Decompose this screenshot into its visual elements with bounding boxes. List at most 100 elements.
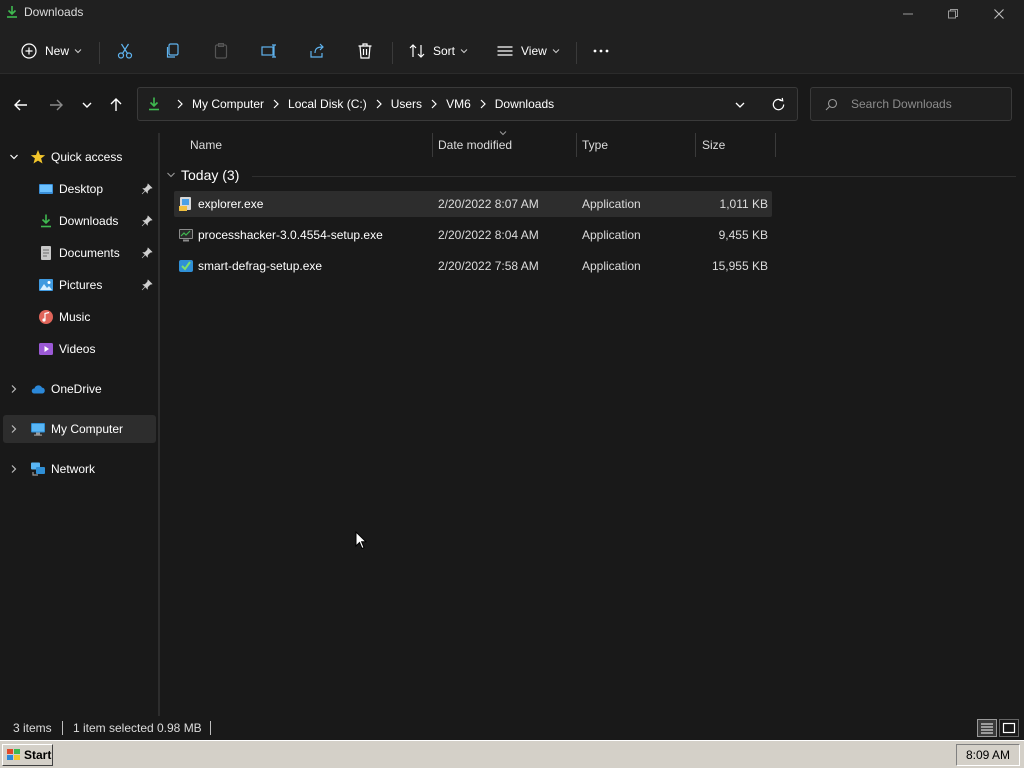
back-button[interactable] <box>11 95 31 115</box>
column-header-size[interactable]: Size <box>696 133 775 157</box>
rename-button[interactable] <box>260 36 280 66</box>
file-size: 9,455 KB <box>718 228 768 242</box>
sidebar-item-videos[interactable]: Videos <box>3 335 156 363</box>
column-divider[interactable] <box>775 133 776 157</box>
close-icon <box>994 9 1004 19</box>
pin-icon[interactable] <box>141 279 153 291</box>
file-date: 2/20/2022 7:58 AM <box>438 259 539 273</box>
column-header-name[interactable]: Name <box>174 133 432 157</box>
chevron-down-icon <box>460 49 468 54</box>
downloads-folder-icon <box>7 6 17 18</box>
new-icon <box>21 43 37 59</box>
refresh-icon[interactable] <box>771 97 786 112</box>
file-list: Name Date modified Type Size Today (3) e… <box>160 131 1024 716</box>
breadcrumb: My Computer Local Disk (C:) Users VM6 Do… <box>168 97 554 111</box>
paste-button[interactable] <box>212 36 232 66</box>
copy-button[interactable] <box>164 36 184 66</box>
breadcrumb-users[interactable]: Users <box>391 97 422 111</box>
file-size: 15,955 KB <box>711 259 768 273</box>
pin-icon[interactable] <box>141 183 153 195</box>
computer-icon <box>31 423 45 436</box>
cloud-icon <box>31 385 45 394</box>
file-row-explorer[interactable]: explorer.exe 2/20/2022 8:07 AM Applicati… <box>174 191 772 217</box>
up-button[interactable] <box>106 95 126 115</box>
new-button[interactable]: New <box>14 36 90 66</box>
forward-button[interactable] <box>46 95 66 115</box>
group-header-today[interactable]: Today (3) <box>166 167 239 183</box>
column-header-date-modified[interactable]: Date modified <box>433 133 576 157</box>
start-button[interactable]: Start <box>2 744 53 766</box>
tiles-view-button[interactable] <box>999 719 1019 737</box>
share-button[interactable] <box>308 36 328 66</box>
search-input[interactable] <box>851 96 1001 112</box>
restore-button[interactable] <box>930 0 976 28</box>
sidebar-item-label: Downloads <box>59 214 119 228</box>
sidebar-item-desktop[interactable]: Desktop <box>3 175 156 203</box>
chevron-right-icon[interactable] <box>375 99 383 109</box>
breadcrumb-local-disk[interactable]: Local Disk (C:) <box>288 97 367 111</box>
sidebar-item-onedrive[interactable]: OneDrive <box>3 375 156 403</box>
star-icon <box>30 150 46 164</box>
breadcrumb-downloads[interactable]: Downloads <box>495 97 554 111</box>
toolbar-divider <box>576 42 577 64</box>
processhacker-app-icon <box>179 229 193 242</box>
tiles-view-icon <box>1002 722 1016 734</box>
chevron-right-icon[interactable] <box>479 99 487 109</box>
chevron-right-icon[interactable] <box>9 464 19 474</box>
sidebar-item-my-computer[interactable]: My Computer <box>3 415 156 443</box>
chevron-down-icon[interactable] <box>9 152 19 162</box>
file-date: 2/20/2022 8:04 AM <box>438 228 539 242</box>
view-button[interactable]: View <box>496 36 562 66</box>
recent-locations-button[interactable] <box>77 95 97 115</box>
column-header-type[interactable]: Type <box>577 133 695 157</box>
delete-button[interactable] <box>356 36 376 66</box>
file-type: Application <box>582 228 641 242</box>
toolbar-divider <box>99 42 100 64</box>
pin-icon[interactable] <box>141 215 153 227</box>
arrow-left-icon <box>14 99 27 111</box>
sidebar-item-music[interactable]: Music <box>3 303 156 331</box>
title-bar: Downloads <box>0 0 1024 28</box>
breadcrumb-my-computer[interactable]: My Computer <box>192 97 264 111</box>
minimize-icon <box>903 13 913 15</box>
sidebar-item-network[interactable]: Network <box>3 455 156 483</box>
breadcrumb-vm6[interactable]: VM6 <box>446 97 471 111</box>
share-icon <box>310 43 324 58</box>
sidebar-item-documents[interactable]: Documents <box>3 239 156 267</box>
file-type: Application <box>582 259 641 273</box>
smart-defrag-app-icon <box>179 260 193 272</box>
item-count: 3 items <box>13 721 52 735</box>
chevron-right-icon[interactable] <box>430 99 438 109</box>
sidebar-item-pictures[interactable]: Pictures <box>3 271 156 299</box>
pin-icon[interactable] <box>141 247 153 259</box>
file-row-processhacker[interactable]: processhacker-3.0.4554-setup.exe 2/20/20… <box>174 222 772 248</box>
minimize-button[interactable] <box>885 0 931 28</box>
taskbar: Start 8:09 AM <box>0 740 1024 768</box>
cut-button[interactable] <box>116 36 136 66</box>
chevron-right-icon[interactable] <box>9 384 19 394</box>
navigation-pane: Quick access Desktop Downloads Documents… <box>0 133 158 713</box>
window-title: Downloads <box>24 5 84 19</box>
column-header-label: Size <box>702 138 726 152</box>
sort-button[interactable]: Sort <box>408 36 474 66</box>
document-icon <box>41 246 51 260</box>
sidebar-item-label: Quick access <box>51 150 123 164</box>
group-label: Today (3) <box>181 167 240 183</box>
chevron-right-icon[interactable] <box>272 99 280 109</box>
address-bar[interactable]: My Computer Local Disk (C:) Users VM6 Do… <box>137 87 798 121</box>
details-view-button[interactable] <box>977 719 997 737</box>
chevron-right-icon[interactable] <box>9 424 19 434</box>
sort-descending-icon <box>499 131 507 136</box>
system-clock[interactable]: 8:09 AM <box>956 744 1020 766</box>
sidebar-item-quick-access[interactable]: Quick access <box>3 143 156 171</box>
close-button[interactable] <box>976 0 1022 28</box>
status-divider <box>62 721 63 735</box>
sidebar-item-downloads[interactable]: Downloads <box>3 207 156 235</box>
file-row-smart-defrag[interactable]: smart-defrag-setup.exe 2/20/2022 7:58 AM… <box>174 253 772 279</box>
clock-time: 8:09 AM <box>965 748 1011 762</box>
sidebar-item-label: OneDrive <box>51 382 102 396</box>
chevron-down-icon[interactable] <box>734 99 746 111</box>
sort-icon <box>409 44 425 58</box>
search-box[interactable] <box>810 87 1012 121</box>
more-options-button[interactable] <box>592 36 612 66</box>
